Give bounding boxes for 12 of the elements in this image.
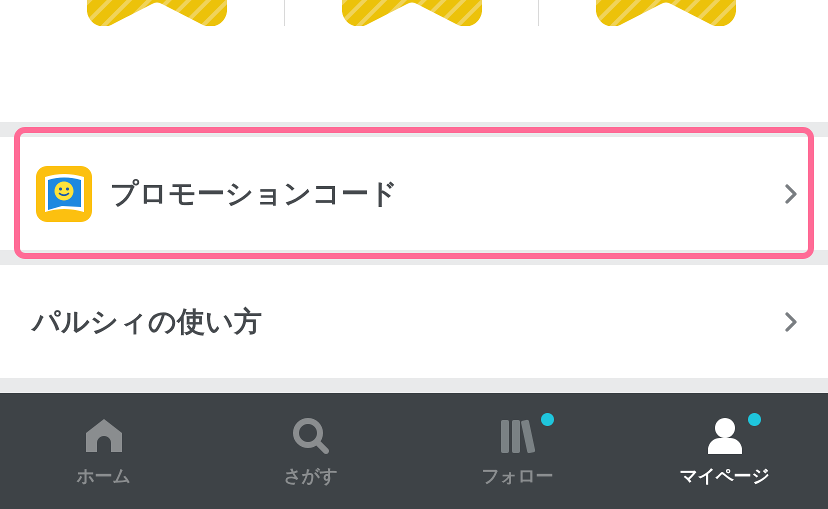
badge-icon — [87, 0, 227, 26]
menu-label: プロモーションコード — [110, 176, 399, 212]
menu-label: パルシィの使い方 — [32, 304, 263, 340]
chevron-right-icon — [784, 310, 798, 332]
app-icon — [36, 166, 92, 222]
search-icon — [290, 416, 330, 456]
chevron-right-icon — [784, 182, 798, 204]
badge-icon — [342, 0, 482, 26]
tab-bar-item[interactable]: マイページ — [621, 393, 828, 509]
badge-icon — [596, 0, 736, 26]
menu-item[interactable]: プロモーションコード — [0, 137, 828, 250]
menu-item[interactable]: パルシィの使い方 — [0, 265, 828, 378]
